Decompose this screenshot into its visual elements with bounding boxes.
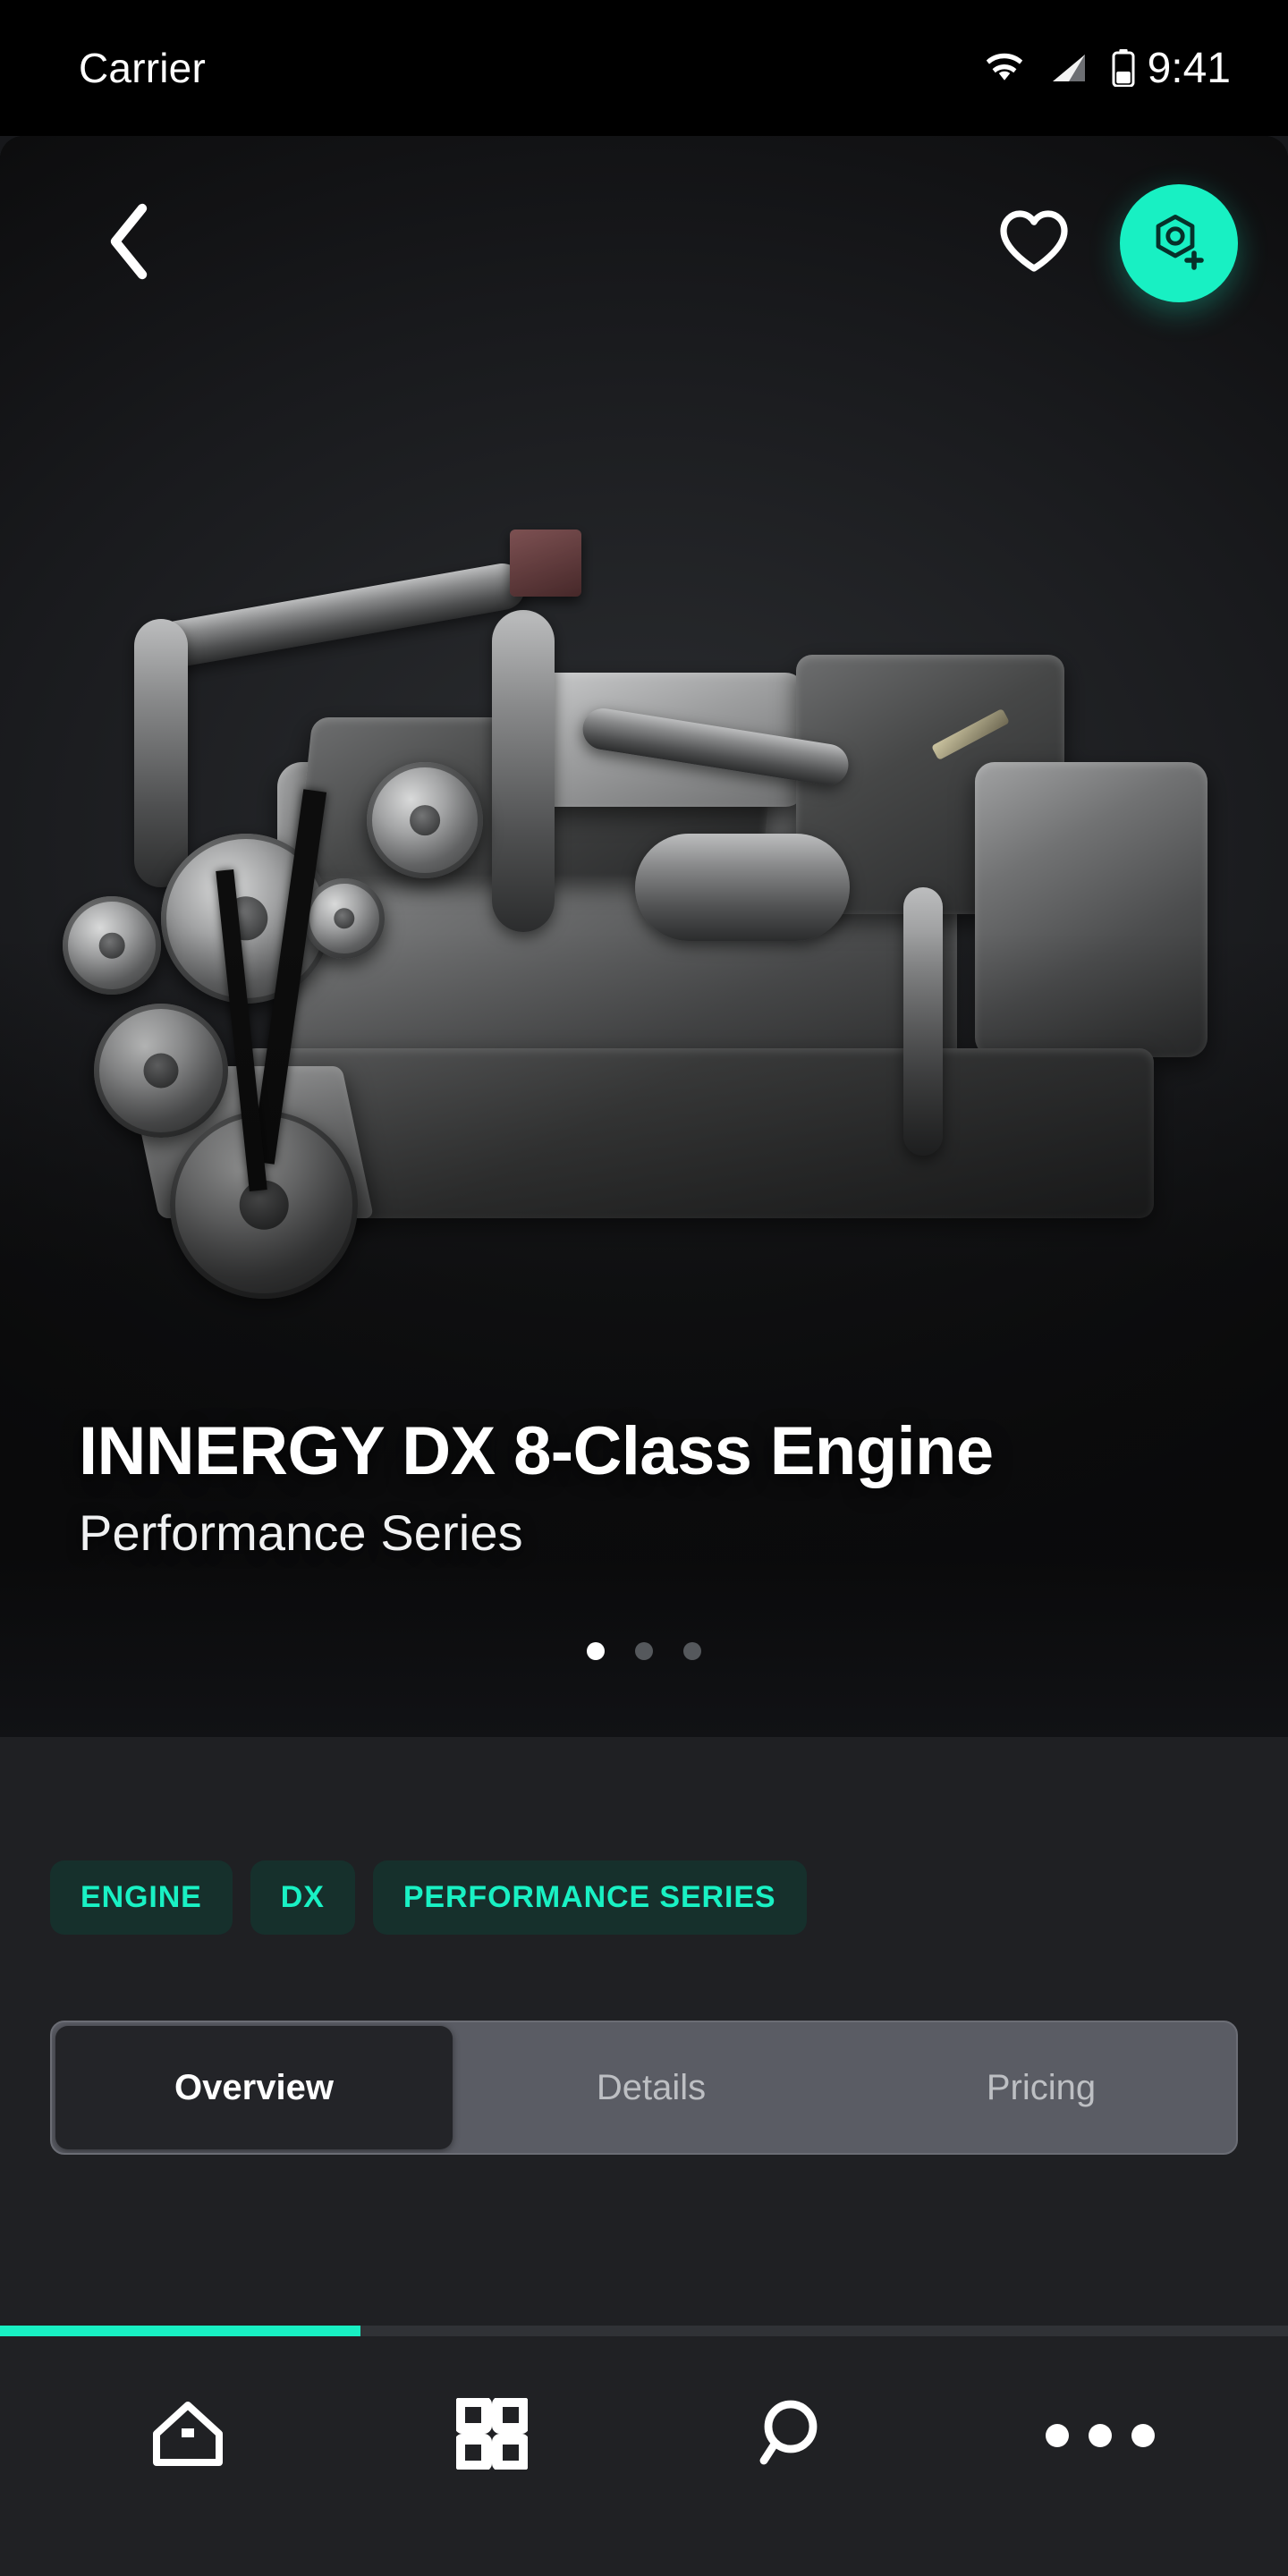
battery-icon (1112, 49, 1135, 87)
grid-icon (454, 2395, 530, 2474)
tag-chip-list: ENGINE DX PERFORMANCE SERIES (50, 1860, 1238, 1935)
page-subtitle: Performance Series (79, 1504, 523, 1561)
tab-details[interactable]: Details (456, 2022, 846, 2153)
page-title: INNERGY DX 8-Class Engine (79, 1413, 994, 1490)
hero-gradient-overlay (0, 932, 1288, 1737)
top-navigation-bar (0, 136, 1288, 351)
progress-track (0, 2326, 1288, 2336)
app-screen: Carrier 9:41 INNERGY DX 8-Class Engine P… (0, 0, 1288, 2576)
carousel-pagination (0, 1642, 1288, 1660)
content-panel: ENGINE DX PERFORMANCE SERIES Overview De… (0, 1737, 1288, 2336)
chip-engine[interactable]: ENGINE (50, 1860, 233, 1935)
segmented-tab-bar: Overview Details Pricing (50, 2021, 1238, 2155)
chevron-left-icon (103, 201, 155, 286)
home-icon (149, 2398, 226, 2474)
more-horizontal-icon (1046, 2424, 1155, 2447)
carousel-dot-2[interactable] (635, 1642, 653, 1660)
tab-pricing[interactable]: Pricing (846, 2022, 1236, 2153)
wifi-icon (983, 53, 1024, 83)
nav-search[interactable] (644, 2396, 948, 2476)
hero-section: INNERGY DX 8-Class Engine Performance Se… (0, 136, 1288, 1737)
ar-view-button[interactable] (1120, 184, 1238, 302)
back-button[interactable] (86, 200, 172, 286)
chip-performance-series[interactable]: PERFORMANCE SERIES (372, 1860, 807, 1935)
nav-home[interactable] (36, 2398, 340, 2474)
carousel-dot-1[interactable] (587, 1642, 605, 1660)
nav-grid[interactable] (340, 2395, 644, 2474)
search-icon (758, 2396, 834, 2476)
carousel-dot-3[interactable] (683, 1642, 701, 1660)
carrier-label: Carrier (79, 45, 206, 91)
cellular-signal-icon (1047, 52, 1089, 84)
clock-label: 9:41 (1147, 44, 1231, 92)
heart-icon (997, 208, 1071, 279)
nav-actions (987, 184, 1238, 302)
chip-dx[interactable]: DX (250, 1860, 355, 1935)
bottom-navigation-bar (0, 2336, 1288, 2576)
ar-cube-plus-icon (1147, 209, 1211, 278)
status-bar: Carrier 9:41 (0, 0, 1288, 136)
status-icons (983, 49, 1135, 87)
progress-indicator (0, 2326, 361, 2336)
hero-text-block: INNERGY DX 8-Class Engine Performance Se… (79, 1416, 1209, 1562)
tab-overview[interactable]: Overview (55, 2026, 453, 2149)
favorite-button[interactable] (987, 197, 1080, 290)
nav-more[interactable] (948, 2424, 1252, 2447)
